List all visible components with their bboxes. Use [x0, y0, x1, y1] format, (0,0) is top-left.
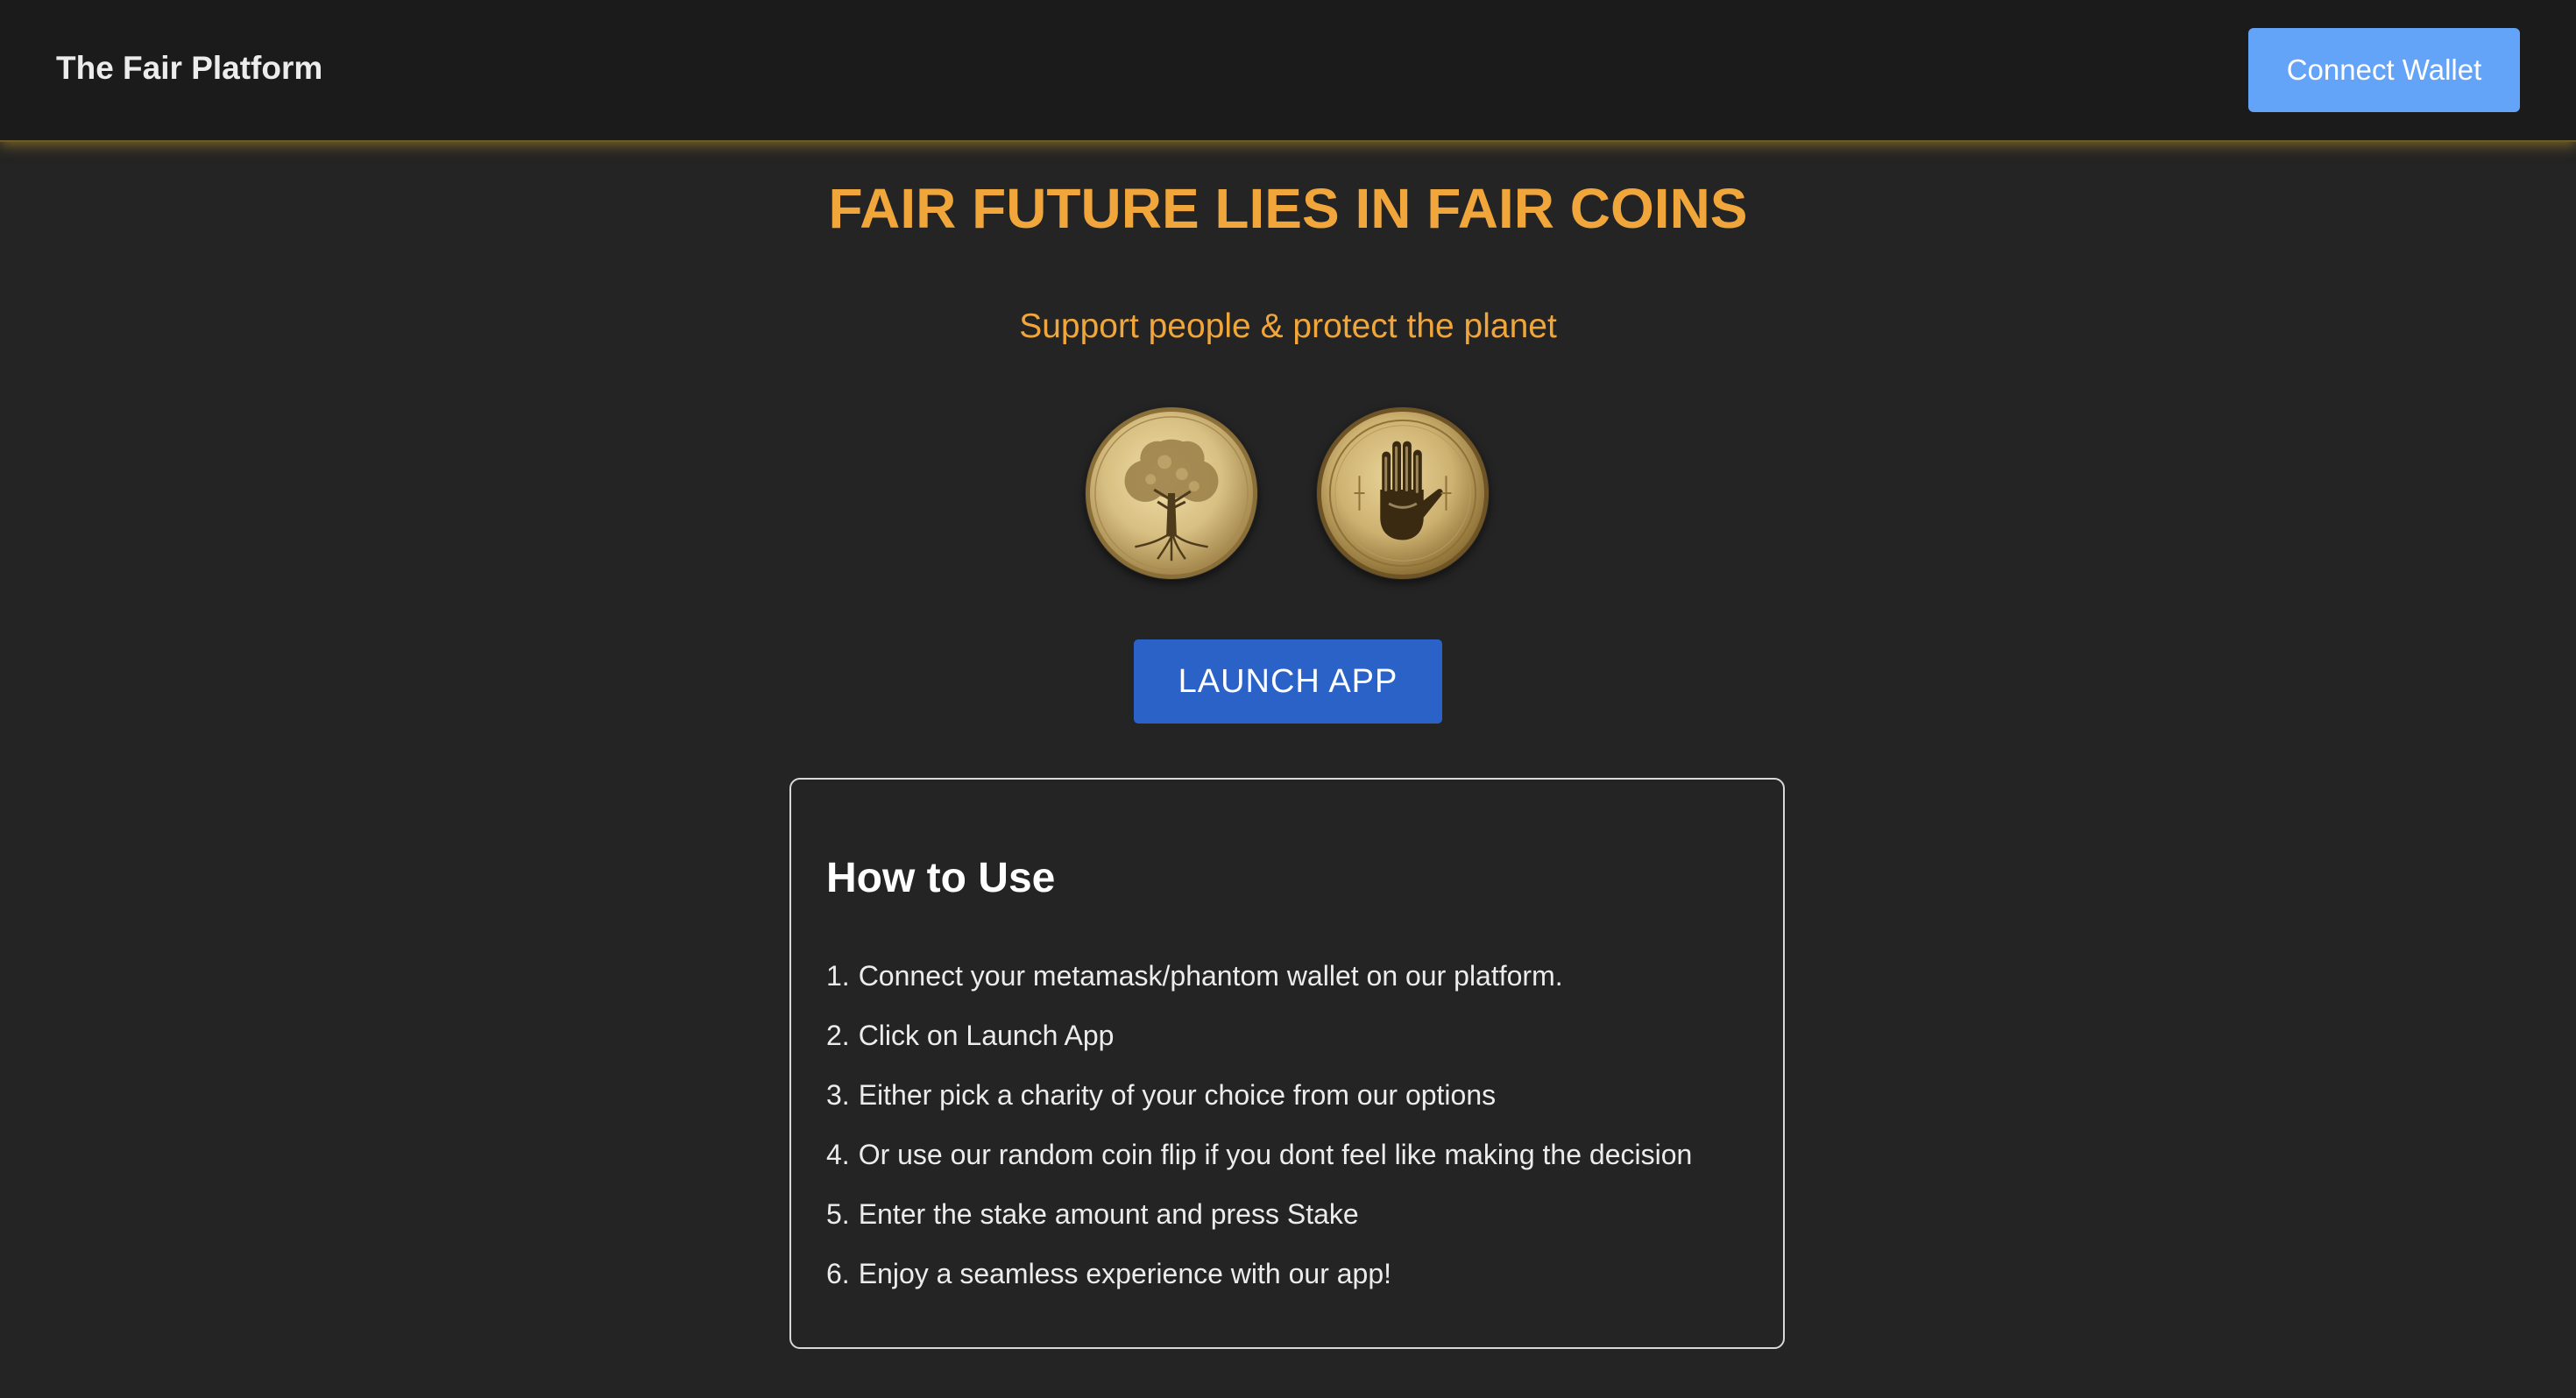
- step-number: 2.: [826, 1020, 850, 1051]
- step-number: 4.: [826, 1139, 850, 1170]
- hero-subtitle: Support people & protect the planet: [1019, 307, 1557, 345]
- step-item: 2. Click on Launch App: [826, 1006, 1692, 1065]
- step-item: 1. Connect your metamask/phantom wallet o…: [826, 946, 1692, 1006]
- step-text: Connect your metamask/phantom wallet on …: [858, 960, 1563, 992]
- step-number: 3.: [826, 1079, 850, 1111]
- how-to-use-title: How to Use: [826, 855, 1056, 901]
- step-item: 6. Enjoy a seamless experience with our a…: [826, 1244, 1692, 1303]
- navbar: The Fair Platform Connect Wallet: [0, 0, 2576, 142]
- hero-title: FAIR FUTURE LIES IN FAIR COINS: [828, 177, 1748, 240]
- step-text: Enjoy a seamless experience with our app…: [858, 1258, 1392, 1289]
- brand-name[interactable]: The Fair Platform: [56, 46, 322, 91]
- step-item: 3. Either pick a charity of your choice f…: [826, 1065, 1692, 1125]
- step-text: Or use our random coin flip if you dont …: [858, 1139, 1693, 1170]
- step-text: Enter the stake amount and press Stake: [858, 1198, 1359, 1230]
- step-text: Either pick a charity of your choice fro…: [858, 1079, 1497, 1111]
- step-number: 5.: [826, 1198, 850, 1230]
- connect-wallet-button[interactable]: Connect Wallet: [2248, 28, 2520, 112]
- step-item: 5. Enter the stake amount and press Stake: [826, 1184, 1692, 1244]
- step-text: Click on Launch App: [858, 1020, 1115, 1051]
- step-item: 4. Or use our random coin flip if you don…: [826, 1125, 1692, 1184]
- step-number: 6.: [826, 1258, 850, 1289]
- how-to-use-card: How to Use 1. Connect your metamask/phant…: [789, 778, 1785, 1349]
- tree-coin-icon: [1085, 406, 1258, 580]
- how-to-use-steps: 1. Connect your metamask/phantom wallet o…: [826, 946, 1692, 1303]
- launch-app-button[interactable]: LAUNCH APP: [1134, 639, 1442, 724]
- raised-hand-coin-icon: [1316, 406, 1490, 580]
- step-number: 1.: [826, 960, 850, 992]
